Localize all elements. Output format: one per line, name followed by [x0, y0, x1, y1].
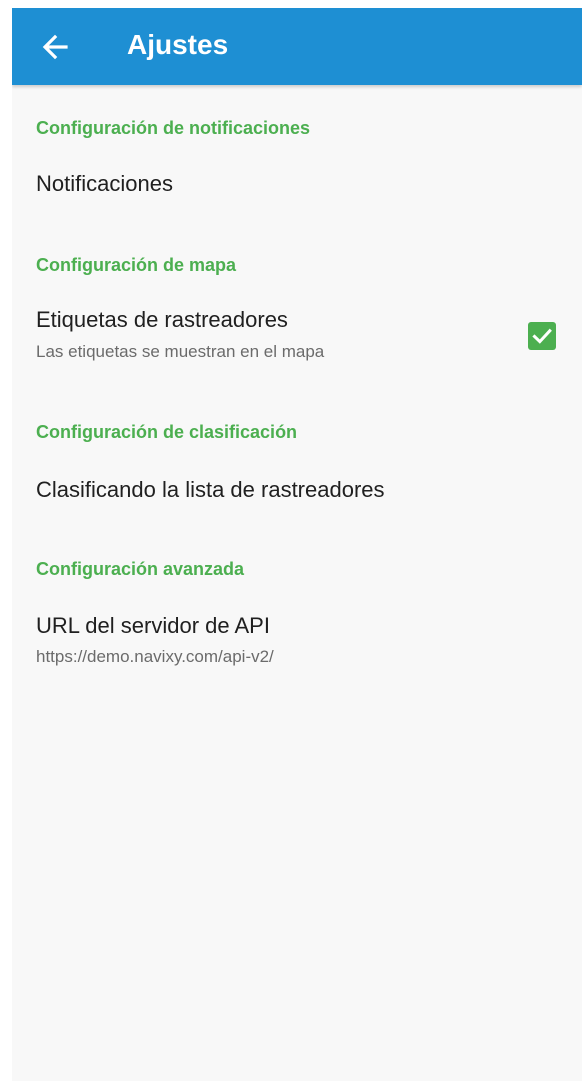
pref-notifications[interactable]: Notificaciones	[12, 158, 582, 218]
pref-tracker-list-sorting[interactable]: Clasificando la lista de rastreadores	[12, 466, 582, 526]
section-header-advanced: Configuración avanzada	[36, 559, 245, 579]
section-header-sorting: Configuración de clasificación	[36, 422, 298, 442]
page-title: Ajustes	[127, 29, 229, 60]
pref-summary: Las etiquetas se muestran en el mapa	[36, 342, 325, 361]
pref-title: URL del servidor de API	[36, 613, 270, 638]
section-header-notifications: Configuración de notificaciones	[36, 118, 311, 138]
tracker-labels-checkbox[interactable]	[528, 322, 556, 350]
settings-screen: Ajustes Configuración de notificaciones …	[12, 8, 582, 1081]
checkmark-icon	[532, 328, 552, 344]
back-button[interactable]	[34, 26, 76, 68]
pref-title: Clasificando la lista de rastreadores	[36, 477, 385, 502]
pref-summary: https://demo.navixy.com/api-v2/	[36, 647, 274, 666]
pref-title: Etiquetas de rastreadores	[36, 307, 288, 332]
arrow-left-icon	[42, 34, 68, 60]
pref-api-server-url[interactable]: URL del servidor de API https://demo.nav…	[12, 606, 582, 686]
pref-title: Notificaciones	[36, 171, 173, 196]
pref-tracker-labels[interactable]: Etiquetas de rastreadores Las etiquetas …	[12, 298, 582, 378]
section-header-map: Configuración de mapa	[36, 255, 237, 275]
app-bar: Ajustes	[12, 8, 582, 85]
